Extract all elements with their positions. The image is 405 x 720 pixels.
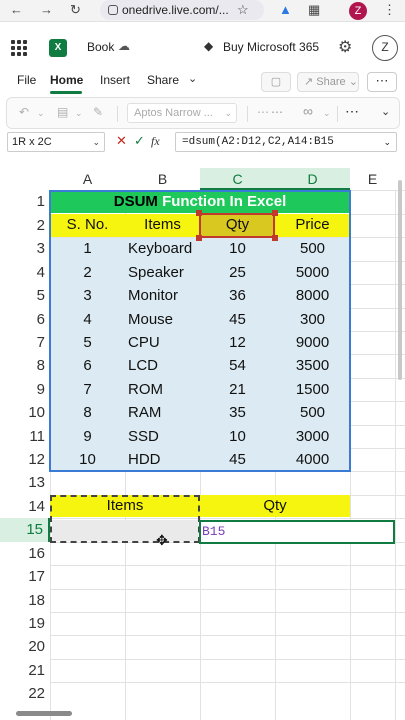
spreadsheet-grid[interactable]: A B C D E 1 2 3 4 5 6 7 8 9 10 11 12 13 … [0,168,405,720]
chevron-down-icon[interactable]: ⌄ [75,108,83,119]
undo-icon[interactable]: ↶ [19,105,29,119]
paste-icon[interactable]: ▤ [57,105,68,119]
row-header-19[interactable]: 19 [0,612,50,635]
row-header-10[interactable]: 9 [0,378,50,401]
tab-insert[interactable]: Insert [100,73,130,87]
column-header-a[interactable]: A [50,168,125,190]
enter-check-icon[interactable]: ✓ [134,133,145,149]
gear-icon[interactable]: ⚙ [338,37,352,57]
row-header-2[interactable]: 2 [0,214,50,237]
row-header-17[interactable]: 17 [0,565,50,589]
format-painter-icon[interactable]: ✎ [93,105,103,119]
row-header-13[interactable]: 12 [0,448,50,471]
row-header-14[interactable]: 14 [0,495,50,518]
column-header-e[interactable]: E [350,168,395,190]
ribbon-toolbar: ↶ ⌄ ▤ ⌄ ✎ Aptos Narrow ... ⌄ ⋯ ⋯ ∞ ⌄ ⋯ ⌄ [6,97,400,129]
active-tab-indicator [50,91,82,94]
horizontal-scrollbar[interactable] [16,711,72,716]
reload-icon[interactable]: ↻ [70,2,81,18]
formula-input[interactable]: =dsum(A2:D12,C2,A14:B15 ⌄ [175,132,397,152]
font-size-icon[interactable]: ⋯ [257,105,269,119]
chevron-down-icon[interactable]: ⌄ [37,108,45,119]
menu-icon[interactable]: ⋮ [383,2,396,18]
row-header-20[interactable]: 20 [0,635,50,659]
cloud-saved-icon: ☁ [118,39,130,53]
criteria-selected-cells[interactable] [52,520,198,541]
puzzle-icon[interactable]: ▦ [308,2,320,18]
more-commands-icon[interactable]: ⋯ [345,103,359,120]
criteria-field-highlight [199,213,275,238]
browser-toolbar: ← → ↻ onedrive.live.com/... ☆ ▲ ▦ Z ⋮ [0,0,405,22]
cancel-icon[interactable]: ✕ [116,133,127,149]
extension-icon[interactable]: ▲ [279,2,292,17]
url-text: onedrive.live.com/... [122,3,229,17]
row-header-11[interactable]: 10 [0,401,50,425]
chevron-down-icon[interactable]: ⌄ [383,133,391,151]
ribbon-tabs: File Home Insert Share ⌄ ▢ ↗ Share ⌄ ⋯ [0,68,405,94]
insert-function-icon[interactable]: fx [151,134,160,149]
browser-profile-avatar[interactable]: Z [349,2,367,20]
chevron-down-icon[interactable]: ⌄ [188,72,197,85]
tab-home[interactable]: Home [50,73,83,87]
row-header-8[interactable]: 7 [0,331,50,354]
name-box[interactable]: 1R x 2C ⌄ [7,132,105,152]
chevron-down-icon[interactable]: ⌄ [323,108,331,119]
site-settings-icon[interactable] [108,5,118,15]
column-header-c[interactable]: C [200,168,275,190]
row-header-21[interactable]: 21 [0,659,50,682]
row-header-1[interactable]: 1 [0,190,50,214]
font-name-select[interactable]: Aptos Narrow ... ⌄ [127,103,237,123]
row-header-3[interactable]: 3 [0,237,50,261]
row-header-15[interactable]: 15 [0,518,50,542]
row-header-13b[interactable]: 13 [0,471,50,495]
star-icon[interactable]: ☆ [237,2,249,18]
tab-share[interactable]: Share [147,73,179,87]
cross-cursor-icon: ✥ [156,532,168,548]
active-cell-c15[interactable]: B15 [199,520,395,544]
diamond-icon: ◆ [204,39,214,53]
more-icon[interactable]: ⋯ [271,105,283,119]
row-header-7[interactable]: 6 [0,308,50,331]
more-options-button[interactable]: ⋯ [367,72,397,92]
buy-microsoft-365-link[interactable]: Buy Microsoft 365 [223,40,319,54]
row-header-16[interactable]: 16 [0,542,50,565]
vertical-scrollbar[interactable] [398,180,402,380]
row-header-4[interactable]: 4 [0,261,50,284]
column-header-b[interactable]: B [125,168,200,190]
row-header-9[interactable]: 8 [0,354,50,378]
chevron-down-icon[interactable]: ⌄ [92,133,100,151]
expand-ribbon-icon[interactable]: ⌄ [381,105,390,118]
row-header-12[interactable]: 11 [0,425,50,448]
excel-logo-icon: X [49,39,67,57]
tab-file[interactable]: File [17,73,36,87]
toolbar-divider [117,106,118,122]
back-icon[interactable]: ← [10,2,23,17]
formula-bar: 1R x 2C ⌄ ✕ ✓ fx =dsum(A2:D12,C2,A14:B15… [0,132,405,152]
app-header: X Book ☁ ◆ Buy Microsoft 365 ⚙ Z [0,30,405,66]
styles-icon[interactable]: ∞ [303,103,313,119]
toolbar-divider [337,106,338,122]
toolbar-divider [247,106,248,122]
forward-icon[interactable]: → [40,2,53,17]
share-button[interactable]: ↗ Share ⌄ [297,72,359,92]
comments-button[interactable]: ▢ [261,72,291,92]
row-header-22[interactable]: 22 [0,682,50,706]
criteria-header-qty[interactable]: Qty [200,495,350,517]
app-launcher-icon[interactable] [11,40,27,56]
column-header-d[interactable]: D [275,168,350,190]
user-avatar[interactable]: Z [372,35,398,61]
comment-icon: ▢ [270,76,282,88]
row-header-6[interactable]: 5 [0,284,50,308]
row-header-18[interactable]: 18 [0,589,50,612]
file-name[interactable]: Book [87,40,114,54]
